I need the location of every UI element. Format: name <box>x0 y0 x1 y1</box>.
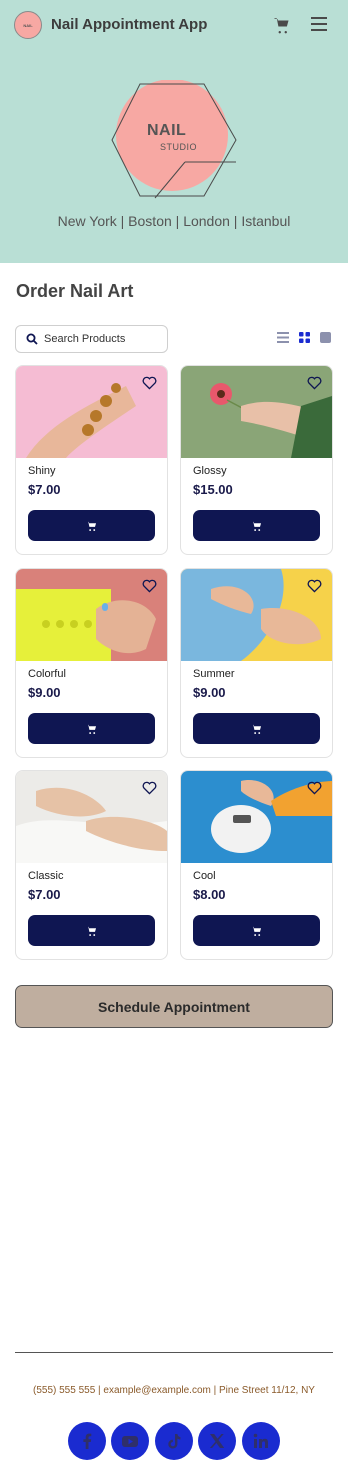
facebook-button[interactable] <box>68 1422 106 1460</box>
footer-contact: (555) 555 555 | example@example.com | Pi… <box>33 1385 315 1396</box>
footer-divider <box>15 1352 333 1353</box>
add-to-cart-button[interactable] <box>28 510 155 541</box>
top-bar: NAIL Nail Appointment App <box>0 0 348 50</box>
heart-icon[interactable] <box>307 579 322 593</box>
product-price: $9.00 <box>193 685 226 700</box>
hamburger-menu-icon[interactable] <box>311 17 327 31</box>
product-card: Colorful $9.00 <box>15 568 168 758</box>
tiktok-icon <box>168 1434 181 1449</box>
heart-icon[interactable] <box>307 781 322 795</box>
tiktok-button[interactable] <box>155 1422 193 1460</box>
cart-icon <box>86 724 97 734</box>
hero-cities: New York | Boston | London | Istanbul <box>57 213 291 229</box>
cart-icon <box>251 724 262 734</box>
linkedin-icon <box>253 1433 268 1448</box>
add-to-cart-button[interactable] <box>28 915 155 946</box>
product-price: $9.00 <box>28 685 61 700</box>
cart-icon <box>86 521 97 531</box>
cart-icon <box>251 926 262 936</box>
x-button[interactable] <box>198 1422 236 1460</box>
heart-icon[interactable] <box>307 376 322 390</box>
grid-view-icon[interactable] <box>299 332 310 343</box>
product-price: $7.00 <box>28 482 61 497</box>
product-card: Summer $9.00 <box>180 568 333 758</box>
add-to-cart-button[interactable] <box>193 713 320 744</box>
product-name: Colorful <box>28 668 66 680</box>
app-title: Nail Appointment App <box>51 16 208 33</box>
product-card: Classic $7.00 <box>15 770 168 960</box>
product-name: Glossy <box>193 465 227 477</box>
product-card: Glossy $15.00 <box>180 365 333 555</box>
section-title: Order Nail Art <box>16 281 134 301</box>
cart-icon <box>251 521 262 531</box>
app-logo-text: NAIL <box>23 22 33 28</box>
facebook-icon <box>83 1433 92 1449</box>
add-to-cart-button[interactable] <box>28 713 155 744</box>
add-to-cart-button[interactable] <box>193 510 320 541</box>
search-input[interactable] <box>44 333 154 345</box>
product-name: Classic <box>28 870 64 882</box>
product-price: $7.00 <box>28 887 61 902</box>
product-card: Cool $8.00 <box>180 770 333 960</box>
search-box[interactable] <box>15 325 168 353</box>
product-name: Cool <box>193 870 216 882</box>
product-card: Shiny $7.00 <box>15 365 168 555</box>
hero-banner: NAIL STUDIO New York | Boston | London |… <box>0 50 348 263</box>
product-name: Shiny <box>28 465 56 477</box>
list-view-icon[interactable] <box>277 332 289 343</box>
heart-icon[interactable] <box>142 376 157 390</box>
studio-logo-graphic <box>111 80 237 199</box>
product-price: $8.00 <box>193 887 226 902</box>
add-to-cart-button[interactable] <box>193 915 320 946</box>
product-name: Summer <box>193 668 235 680</box>
youtube-icon <box>122 1436 138 1447</box>
hero-logo-subtitle: STUDIO <box>160 142 198 152</box>
cart-icon <box>86 926 97 936</box>
heart-icon[interactable] <box>142 781 157 795</box>
app-logo[interactable]: NAIL <box>14 11 42 39</box>
youtube-button[interactable] <box>111 1422 149 1460</box>
heart-icon[interactable] <box>142 579 157 593</box>
cart-icon[interactable] <box>273 16 291 34</box>
linkedin-button[interactable] <box>242 1422 280 1460</box>
schedule-appointment-button[interactable]: Schedule Appointment <box>15 985 333 1028</box>
single-view-icon[interactable] <box>320 332 331 343</box>
product-price: $15.00 <box>193 482 233 497</box>
hero-logo-title: NAIL <box>147 122 187 139</box>
x-icon <box>209 1434 225 1448</box>
search-icon <box>26 333 38 345</box>
